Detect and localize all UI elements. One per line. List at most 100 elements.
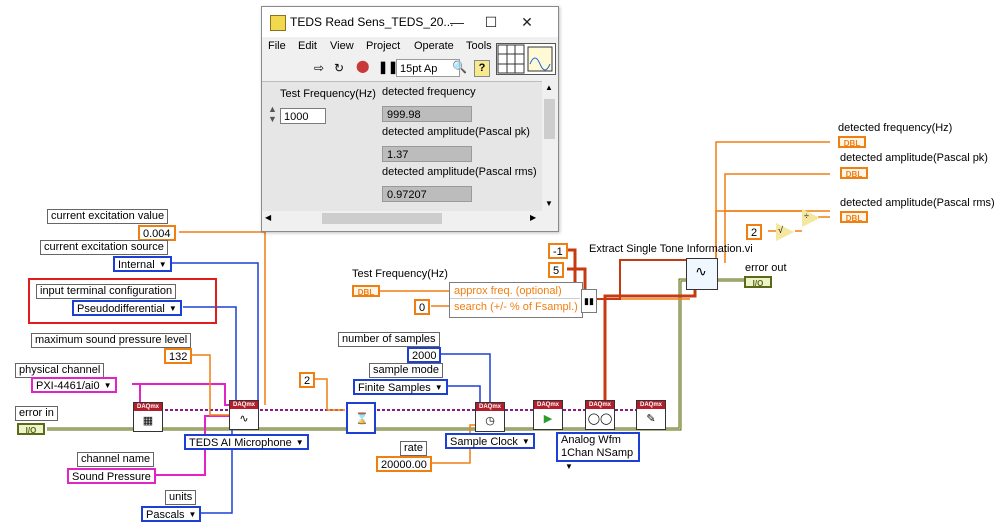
run-continuous-icon[interactable]: ↻ [334,61,344,75]
front-panel-window: TEDS Read Sens_TEDS_20... — ☐ ✕ File Edi… [261,6,559,232]
title-bar: TEDS Read Sens_TEDS_20... — ☐ ✕ [262,7,558,37]
menu-view[interactable]: View [330,40,354,52]
input-terminal-configuration-label: input terminal configuration [36,284,177,299]
read-glasses-icon: ◯◯ [587,413,613,425]
create-task-icon: ▦ [142,415,154,427]
microphone-channel-icon: ∿ [239,413,249,425]
channel-name-constant[interactable]: Sound Pressure [67,468,156,484]
dropdown-arrow-icon: ▼ [521,437,530,447]
daqmx-read-node[interactable]: DAQmx ◯◯ [585,400,615,430]
run-arrow-icon[interactable]: ⇨ [314,61,324,75]
max-sound-pressure-label: maximum sound pressure level [31,333,192,348]
daqmx-timing-node[interactable]: DAQmx ◷ [475,402,505,432]
window-title: TEDS Read Sens_TEDS_20... [290,15,454,29]
current-excitation-value-constant[interactable]: 0.004 [138,225,176,241]
max-sound-pressure-constant[interactable]: 132 [164,348,193,364]
wait-node[interactable]: ⌛ [346,402,376,434]
number-of-samples-label: number of samples [338,332,440,347]
test-frequency-input[interactable]: 1000 [280,108,326,124]
rate-label: rate [400,441,427,456]
menu-edit[interactable]: Edit [298,40,317,52]
dropdown-arrow-icon: ▼ [295,438,304,448]
menu-operate[interactable]: Operate [414,40,454,52]
dropdown-arrow-icon: ▼ [103,381,112,391]
font-selector[interactable]: 15pt Ap [396,59,460,77]
sine-wave-icon: ∿ [695,263,707,279]
scroll-left-icon[interactable]: ◀ [265,213,271,222]
sample-clock-selector[interactable]: Sample Clock ▼ [445,433,535,449]
physical-channel-constant[interactable]: PXI-4461/ai0 ▼ [31,377,117,393]
extract-vi-label: Extract Single Tone Information.vi [589,243,753,255]
maximize-button[interactable]: ☐ [476,10,506,34]
channel-name-label: channel name [77,452,155,467]
daqmx-start-task-node[interactable]: DAQmx ▶ [533,400,563,430]
test-frequency-label: Test Frequency(Hz) [280,88,376,100]
input-terminal-configuration-constant[interactable]: Pseudodifferential ▼ [72,300,182,316]
extract-single-tone-node[interactable]: ∿ [686,258,718,290]
teds-ai-microphone-selector[interactable]: TEDS AI Microphone ▼ [184,434,309,450]
dropdown-arrow-icon: ▼ [168,304,177,314]
abort-icon[interactable]: ⬤ [356,59,369,73]
test-frequency-terminal-label: Test Frequency(Hz) [352,268,448,280]
bundle-by-name-node[interactable]: approx freq. (optional) search (+/- % of… [449,282,583,318]
units-constant[interactable]: Pascals ▼ [141,506,202,522]
detected-amplitude-pk-indicator: 1.37 [382,146,472,162]
scroll-down-icon[interactable]: ▼ [545,199,553,208]
dropdown-arrow-icon: ▼ [565,462,573,471]
units-label: units [165,490,197,505]
sqrt-icon: √ [778,225,783,235]
menu-file[interactable]: File [268,40,286,52]
menu-project[interactable]: Project [366,40,400,52]
hscroll-thumb[interactable] [322,213,442,224]
search-constant[interactable]: 0 [414,299,431,315]
sample-mode-constant[interactable]: Finite Samples ▼ [353,379,448,395]
detected-frequency-terminal[interactable]: DBL [838,136,866,148]
current-excitation-source-constant[interactable]: Internal ▼ [113,256,172,272]
front-panel-area: Test Frequency(Hz) ▲ ▼ 1000 detected freq… [262,81,542,212]
close-button[interactable]: ✕ [512,10,542,34]
current-excitation-source-label: current excitation source [40,240,168,255]
dropdown-arrow-icon: ▼ [434,383,443,393]
detected-amplitude-rms-terminal[interactable]: DBL [840,211,868,223]
sample-mode-label: sample mode [369,363,444,378]
five-constant[interactable]: 5 [548,262,565,278]
horizontal-scrollbar[interactable]: ◀ ▶ [262,211,542,226]
detected-amplitude-pk-out-label: detected amplitude(Pascal pk) [840,152,988,164]
wait-constant[interactable]: 2 [299,372,316,388]
cluster-bundle-icon: ▮▮ [581,289,597,313]
test-frequency-terminal[interactable]: DBL [352,285,380,297]
search-icon[interactable]: 🔍 [452,60,467,74]
connector-pane-icon [496,43,556,75]
clock-icon: ◷ [485,415,495,427]
detected-frequency-indicator: 999.98 [382,106,472,122]
rate-constant[interactable]: 20000.00 [376,456,432,472]
error-in-terminal[interactable]: I/O [17,423,45,435]
divisor-constant[interactable]: 2 [746,224,763,240]
detected-frequency-out-label: detected frequency(Hz) [838,122,953,134]
help-icon[interactable]: ? [474,60,490,77]
detected-amplitude-pk-label: detected amplitude(Pascal pk) [382,126,530,138]
menu-tools[interactable]: Tools [466,40,492,52]
number-of-samples-constant[interactable]: 2000 [407,347,442,363]
approx-freq-element: approx freq. (optional) [450,284,580,299]
daqmx-create-task-node[interactable]: DAQmx ▦ [133,402,163,432]
scroll-thumb[interactable] [544,99,555,139]
error-out-label: error out [745,262,787,274]
vertical-scrollbar[interactable]: ▲ ▼ [542,81,557,211]
detected-amplitude-rms-label: detected amplitude(Pascal rms) [382,166,537,178]
analog-wfm-selector[interactable]: Analog Wfm 1Chan NSamp▼ [556,432,640,471]
start-icon: ▶ [543,413,553,425]
scroll-up-icon[interactable]: ▲ [545,83,553,92]
daqmx-create-channel-node[interactable]: DAQmx ∿ [229,400,259,430]
error-in-label: error in [15,406,58,421]
vi-icon [270,15,286,31]
error-out-terminal[interactable]: I/O [744,276,772,288]
detected-amplitude-pk-terminal[interactable]: DBL [840,167,868,179]
increment-arrows-icon[interactable]: ▲ ▼ [268,104,277,124]
daqmx-clear-task-node[interactable]: DAQmx ✎ [636,400,666,430]
minimize-button[interactable]: — [442,10,472,34]
detected-frequency-label: detected frequency [382,86,476,98]
neg-one-constant[interactable]: -1 [548,243,568,259]
scroll-right-icon[interactable]: ▶ [530,213,536,222]
detected-amplitude-rms-indicator: 0.97207 [382,186,472,202]
